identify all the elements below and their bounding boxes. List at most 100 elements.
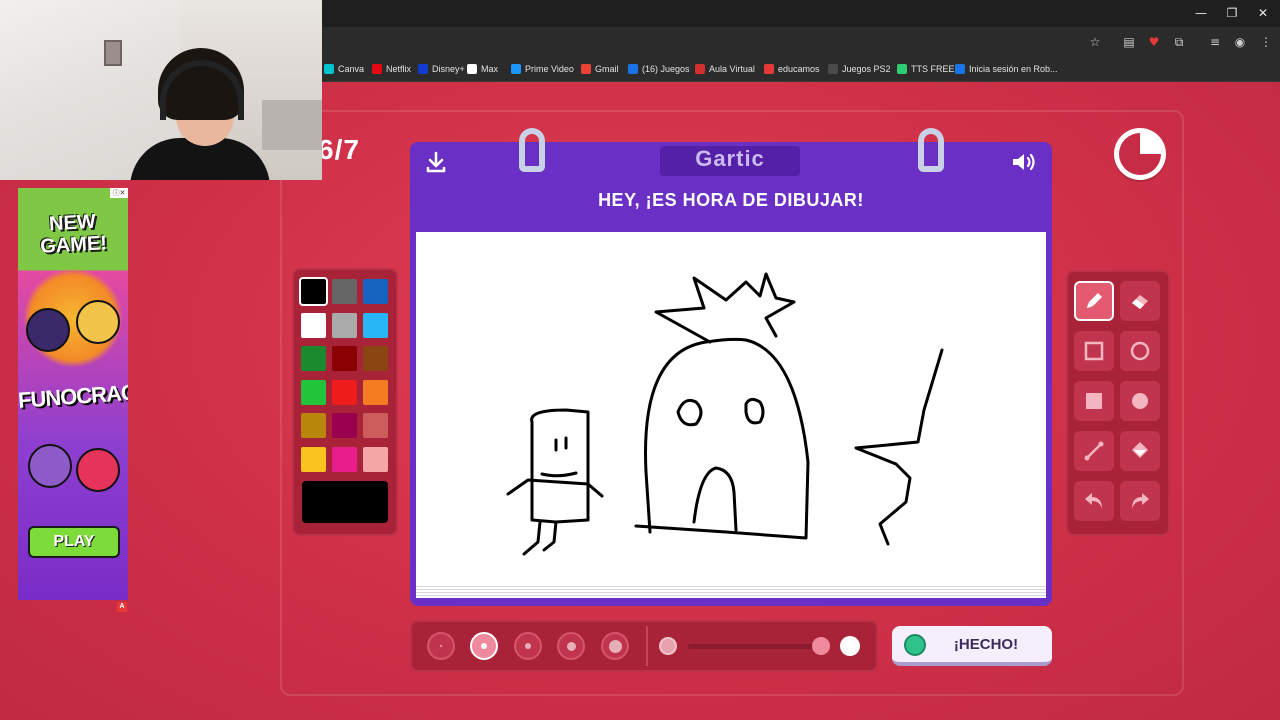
ad-play-button[interactable]: PLAY	[28, 526, 120, 558]
restore-icon[interactable]: ❐	[1223, 4, 1241, 22]
rectangle-outline-icon	[1084, 341, 1104, 361]
binder-ring-left	[519, 128, 545, 172]
pencil-tool[interactable]	[1074, 281, 1114, 321]
circle-filled-tool[interactable]	[1120, 381, 1160, 421]
stroke-person-head	[530, 408, 590, 524]
fill-bucket-icon	[1132, 442, 1148, 458]
ad-choices-icon[interactable]: A	[117, 602, 127, 612]
opacity-slider[interactable]	[688, 644, 814, 649]
bookmark-label: Gmail	[595, 64, 619, 74]
ad-title: NEW GAME!	[39, 210, 108, 258]
media-control-icon[interactable]: ≡	[1207, 34, 1223, 50]
color-swatch[interactable]	[301, 346, 326, 371]
drawing-canvas[interactable]	[416, 232, 1046, 584]
bookmark-item[interactable]: Gmail	[581, 62, 619, 76]
color-swatch[interactable]	[332, 279, 357, 304]
bookmark-label: Juegos PS2	[842, 64, 891, 74]
bookmark-item[interactable]: (16) Juegos	[628, 62, 690, 76]
color-swatch[interactable]	[363, 379, 388, 405]
bookmark-label: TTS FREE	[911, 64, 955, 74]
fill-bucket-tool[interactable]	[1120, 431, 1160, 471]
brush-size-5[interactable]	[601, 632, 629, 660]
bookmark-item[interactable]: Max	[467, 62, 498, 76]
color-swatch[interactable]	[301, 379, 326, 405]
bookmark-favicon-icon	[581, 64, 591, 74]
bookmark-item[interactable]: Aula Virtual	[695, 62, 755, 76]
extensions-icon[interactable]: ⧉	[1171, 34, 1187, 50]
bookmark-item[interactable]: TTS FREE	[897, 62, 955, 76]
bookmark-label: (16) Juegos	[642, 64, 690, 74]
color-swatch[interactable]	[332, 379, 357, 405]
bookmark-favicon-icon	[418, 64, 428, 74]
drawing-strokes	[506, 272, 944, 556]
close-window-icon[interactable]: ✕	[1254, 4, 1272, 22]
extension-heart-icon[interactable]: ♥	[1146, 34, 1162, 50]
rectangle-outline-tool[interactable]	[1074, 331, 1114, 371]
reader-icon[interactable]: ▤	[1121, 34, 1137, 50]
color-swatch[interactable]	[301, 446, 326, 472]
bookmark-item[interactable]: educamos	[764, 62, 820, 76]
color-swatch[interactable]	[301, 413, 326, 438]
bookmark-item[interactable]: Prime Video	[511, 62, 574, 76]
opacity-slider-handle[interactable]	[812, 637, 830, 655]
ad-brand: FUNOCRACY	[18, 378, 128, 413]
color-swatch[interactable]	[332, 346, 357, 371]
volume-icon[interactable]	[1010, 150, 1038, 174]
check-icon	[904, 634, 926, 656]
bookmark-item[interactable]: Canva	[324, 62, 364, 76]
color-swatch[interactable]	[363, 312, 388, 338]
bookmark-label: educamos	[778, 64, 820, 74]
ad-character-blonde-icon	[76, 300, 120, 344]
brush-size-3[interactable]	[514, 632, 542, 660]
bookmark-item[interactable]: Juegos PS2	[828, 62, 891, 76]
color-swatch[interactable]	[363, 346, 388, 371]
bookmark-item[interactable]: Disney+	[418, 62, 465, 76]
bookmark-star-icon[interactable]: ☆	[1087, 34, 1103, 50]
redo-tool[interactable]	[1120, 481, 1160, 521]
bookmark-label: Netflix	[386, 64, 412, 74]
rectangle-filled-icon	[1086, 393, 1102, 409]
bookmark-item[interactable]: Inicia sesión en Rob...	[955, 62, 1058, 76]
color-swatch[interactable]	[363, 279, 388, 304]
stroke-house-door	[692, 466, 738, 532]
undo-tool[interactable]	[1074, 481, 1114, 521]
brush-size-2[interactable]	[470, 632, 498, 660]
bookmark-favicon-icon	[764, 64, 774, 74]
color-swatch[interactable]	[332, 413, 357, 438]
brush-size-4[interactable]	[557, 632, 585, 660]
stroke-house-body	[634, 337, 810, 540]
browser-menu-icon[interactable]: ⋮	[1258, 34, 1274, 50]
eraser-tool[interactable]	[1120, 281, 1160, 321]
circle-filled-icon	[1132, 393, 1148, 409]
circle-outline-icon	[1130, 341, 1150, 361]
bookmark-favicon-icon	[955, 64, 965, 74]
color-swatch[interactable]	[332, 446, 357, 472]
color-swatch[interactable]	[332, 312, 357, 338]
undo-icon	[1085, 493, 1102, 509]
color-swatch[interactable]	[299, 277, 328, 306]
color-swatch[interactable]	[363, 446, 388, 472]
opacity-max-icon	[840, 636, 860, 656]
bookmark-item[interactable]: Netflix	[372, 62, 411, 76]
stroke-house-window-left	[676, 398, 703, 427]
bookmark-label: Canva	[338, 64, 365, 74]
pencil-icon	[1087, 293, 1102, 308]
minimize-icon[interactable]: —	[1192, 4, 1210, 22]
rectangle-filled-tool[interactable]	[1074, 381, 1114, 421]
circle-outline-tool[interactable]	[1120, 331, 1160, 371]
profile-icon[interactable]: ◉	[1232, 34, 1248, 50]
bookmark-favicon-icon	[511, 64, 521, 74]
stroke-person-eyes	[554, 436, 568, 452]
bookmark-label: Max	[481, 64, 499, 74]
brush-size-1[interactable]	[427, 632, 455, 660]
line-tool[interactable]	[1074, 431, 1114, 471]
color-swatch[interactable]	[363, 413, 388, 438]
bookmark-favicon-icon	[828, 64, 838, 74]
draw-prompt-heading: HEY, ¡ES HORA DE DIBUJAR!	[598, 190, 864, 210]
done-button-label: ¡HECHO!	[953, 636, 1019, 653]
stroke-house-leaves	[654, 272, 796, 344]
ad-close-icon[interactable]: ⓘ✕	[110, 188, 128, 198]
color-swatch[interactable]	[301, 312, 326, 338]
ad-banner[interactable]: NEW GAME! FUNOCRACY PLAY	[18, 188, 128, 600]
download-icon[interactable]	[424, 150, 448, 174]
